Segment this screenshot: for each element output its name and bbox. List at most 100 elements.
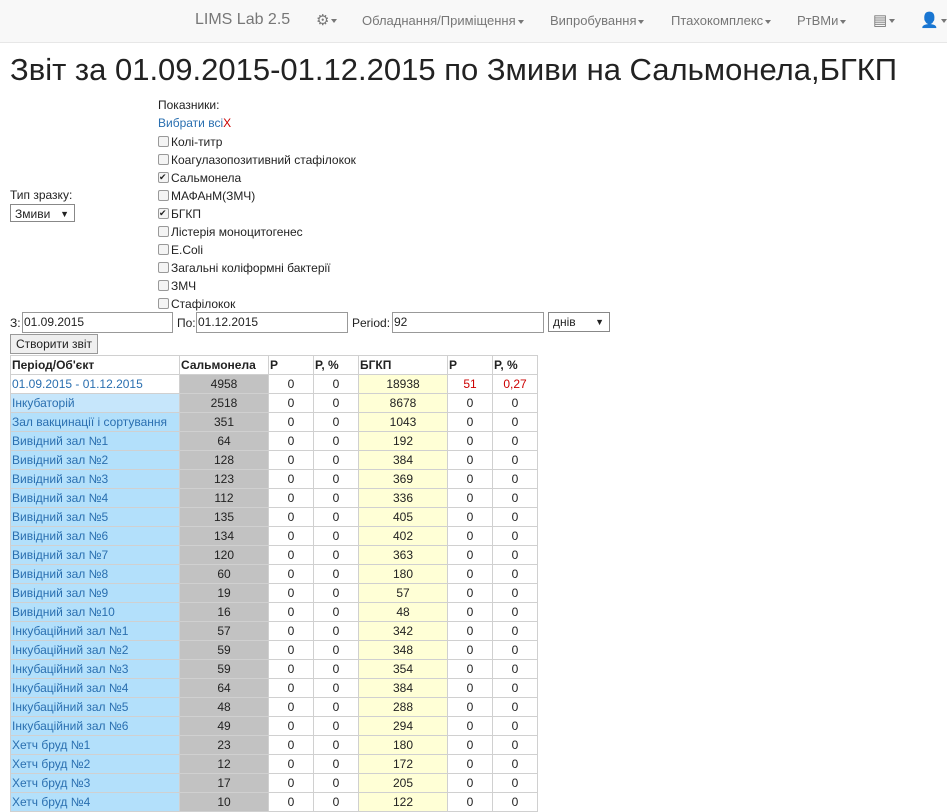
indicator-checkbox[interactable]	[158, 154, 169, 165]
p1-cell: 0	[268, 773, 314, 793]
p1-cell: 0	[268, 754, 314, 774]
menu-poultry-complex[interactable]: Птахокомплекс	[671, 13, 772, 28]
object-cell[interactable]: Хетч бруд №3	[10, 773, 180, 793]
object-cell[interactable]: Вивідний зал №10	[10, 602, 180, 622]
period-unit-select[interactable]: днів ▼	[548, 312, 610, 332]
indicator-option[interactable]: Коагулазопозитивний стафілокок	[158, 152, 356, 168]
object-cell[interactable]: Інкубаційний зал №3	[10, 659, 180, 679]
brand-link[interactable]: LIMS Lab 2.5	[195, 11, 290, 29]
indicator-checkbox[interactable]	[158, 244, 169, 255]
salmonella-cell: 16	[179, 602, 269, 622]
table-row: Вивідний зал №9 19 0 0 57 0 0	[10, 583, 538, 603]
p1-percent-cell: 0	[313, 602, 359, 622]
to-date-input[interactable]: 01.12.2015	[196, 312, 348, 333]
p1-cell: 0	[268, 469, 314, 489]
indicator-option[interactable]: Сальмонела	[158, 169, 241, 186]
p1-percent-cell: 0	[313, 393, 359, 413]
select-all-link[interactable]: Вибрати всі	[158, 116, 223, 130]
indicator-checkbox[interactable]	[158, 169, 169, 185]
indicator-checkbox[interactable]	[158, 190, 169, 201]
menu-equipment[interactable]: Обладнання/Приміщення	[362, 13, 524, 28]
p1-cell: 0	[268, 602, 314, 622]
p1-cell: 0	[268, 374, 314, 394]
object-cell[interactable]: Інкубаційний зал №6	[10, 716, 180, 736]
object-cell[interactable]: Інкубаційний зал №1	[10, 621, 180, 641]
indicator-checkbox[interactable]	[158, 262, 169, 273]
p2-percent-cell: 0	[492, 678, 538, 698]
sample-type-label: Тип зразку:	[10, 188, 73, 202]
p1-cell: 0	[268, 545, 314, 565]
p2-percent-cell: 0	[492, 545, 538, 565]
indicator-option[interactable]: БГКП	[158, 205, 201, 222]
indicator-option[interactable]: Лістерія моноцитогенес	[158, 224, 303, 240]
salmonella-cell: 49	[179, 716, 269, 736]
report-list-icon[interactable]: ▤	[873, 11, 896, 29]
object-cell[interactable]: Хетч бруд №4	[10, 792, 180, 812]
report-table: Період/Об'єкт Сальмонела Р Р, % БГКП Р Р…	[10, 355, 538, 812]
select-all-row: Вибрати всіX	[158, 116, 231, 130]
p2-cell: 0	[447, 678, 493, 698]
table-row: Вивідний зал №4 112 0 0 336 0 0	[10, 488, 538, 508]
p1-percent-cell: 0	[313, 716, 359, 736]
sample-type-select[interactable]: Змиви ▼	[10, 204, 75, 222]
object-cell[interactable]: Вивідний зал №7	[10, 545, 180, 565]
p2-percent-cell: 0	[492, 716, 538, 736]
dropdown-arrow-icon: ▼	[60, 209, 69, 219]
object-cell[interactable]: Зал вакцинації і сортування	[10, 412, 180, 432]
object-cell[interactable]: Хетч бруд №1	[10, 735, 180, 755]
indicator-checkbox[interactable]	[158, 136, 169, 147]
indicator-checkbox[interactable]	[158, 205, 169, 221]
create-report-button[interactable]: Створити звіт	[10, 334, 99, 354]
indicator-option[interactable]: Стафілокок	[158, 296, 235, 312]
user-icon[interactable]: 👤	[920, 11, 947, 29]
page-title: Звіт за 01.09.2015-01.12.2015 по Змиви н…	[10, 52, 898, 87]
salmonella-cell: 123	[179, 469, 269, 489]
p2-cell: 0	[447, 792, 493, 812]
table-row: Інкубаційний зал №2 59 0 0 348 0 0	[10, 640, 538, 660]
object-cell[interactable]: Вивідний зал №5	[10, 507, 180, 527]
object-cell[interactable]: Вивідний зал №4	[10, 488, 180, 508]
indicator-option[interactable]: E.Coli	[158, 242, 203, 258]
indicator-checkbox[interactable]	[158, 298, 169, 309]
table-row: Інкубаторій 2518 0 0 8678 0 0	[10, 393, 538, 413]
bgkp-cell: 18938	[358, 374, 448, 394]
column-header-p1: Р	[268, 355, 314, 375]
indicator-checkbox[interactable]	[158, 280, 169, 291]
menu-rtvmy[interactable]: РтВМи	[797, 13, 847, 28]
clear-all-link[interactable]: X	[223, 116, 231, 130]
object-cell[interactable]: 01.09.2015 - 01.12.2015	[10, 374, 180, 394]
salmonella-cell: 60	[179, 564, 269, 584]
object-cell[interactable]: Вивідний зал №3	[10, 469, 180, 489]
p2-percent-cell: 0	[492, 469, 538, 489]
table-row: Хетч бруд №4 10 0 0 122 0 0	[10, 792, 538, 812]
object-cell[interactable]: Вивідний зал №8	[10, 564, 180, 584]
navbar: LIMS Lab 2.5 ⚙ Обладнання/Приміщення Вип…	[0, 0, 947, 43]
p2-percent-cell: 0	[492, 431, 538, 451]
p2-cell: 0	[447, 773, 493, 793]
salmonella-cell: 64	[179, 678, 269, 698]
indicator-option[interactable]: МАФАнМ(ЗМЧ)	[158, 188, 255, 204]
table-row: Вивідний зал №1 64 0 0 192 0 0	[10, 431, 538, 451]
settings-gear-icon[interactable]: ⚙	[316, 11, 338, 29]
salmonella-cell: 2518	[179, 393, 269, 413]
object-cell[interactable]: Хетч бруд №2	[10, 754, 180, 774]
indicator-option[interactable]: Колі-титр	[158, 134, 222, 150]
indicator-option[interactable]: ЗМЧ	[158, 278, 196, 294]
indicator-option[interactable]: Загальні коліформні бактерії	[158, 260, 331, 276]
object-cell[interactable]: Інкубаторій	[10, 393, 180, 413]
object-cell[interactable]: Вивідний зал №9	[10, 583, 180, 603]
period-input[interactable]: 92	[392, 312, 544, 333]
p1-cell: 0	[268, 678, 314, 698]
object-cell[interactable]: Інкубаційний зал №4	[10, 678, 180, 698]
object-cell[interactable]: Вивідний зал №1	[10, 431, 180, 451]
table-row: Вивідний зал №6 134 0 0 402 0 0	[10, 526, 538, 546]
indicator-checkbox[interactable]	[158, 226, 169, 237]
object-cell[interactable]: Інкубаційний зал №2	[10, 640, 180, 660]
object-cell[interactable]: Вивідний зал №6	[10, 526, 180, 546]
from-date-input[interactable]: 01.09.2015	[22, 312, 173, 333]
p2-cell: 0	[447, 507, 493, 527]
object-cell[interactable]: Вивідний зал №2	[10, 450, 180, 470]
menu-tests[interactable]: Випробування	[550, 13, 645, 28]
indicator-label: Коагулазопозитивний стафілокок	[171, 153, 356, 167]
object-cell[interactable]: Інкубаційний зал №5	[10, 697, 180, 717]
